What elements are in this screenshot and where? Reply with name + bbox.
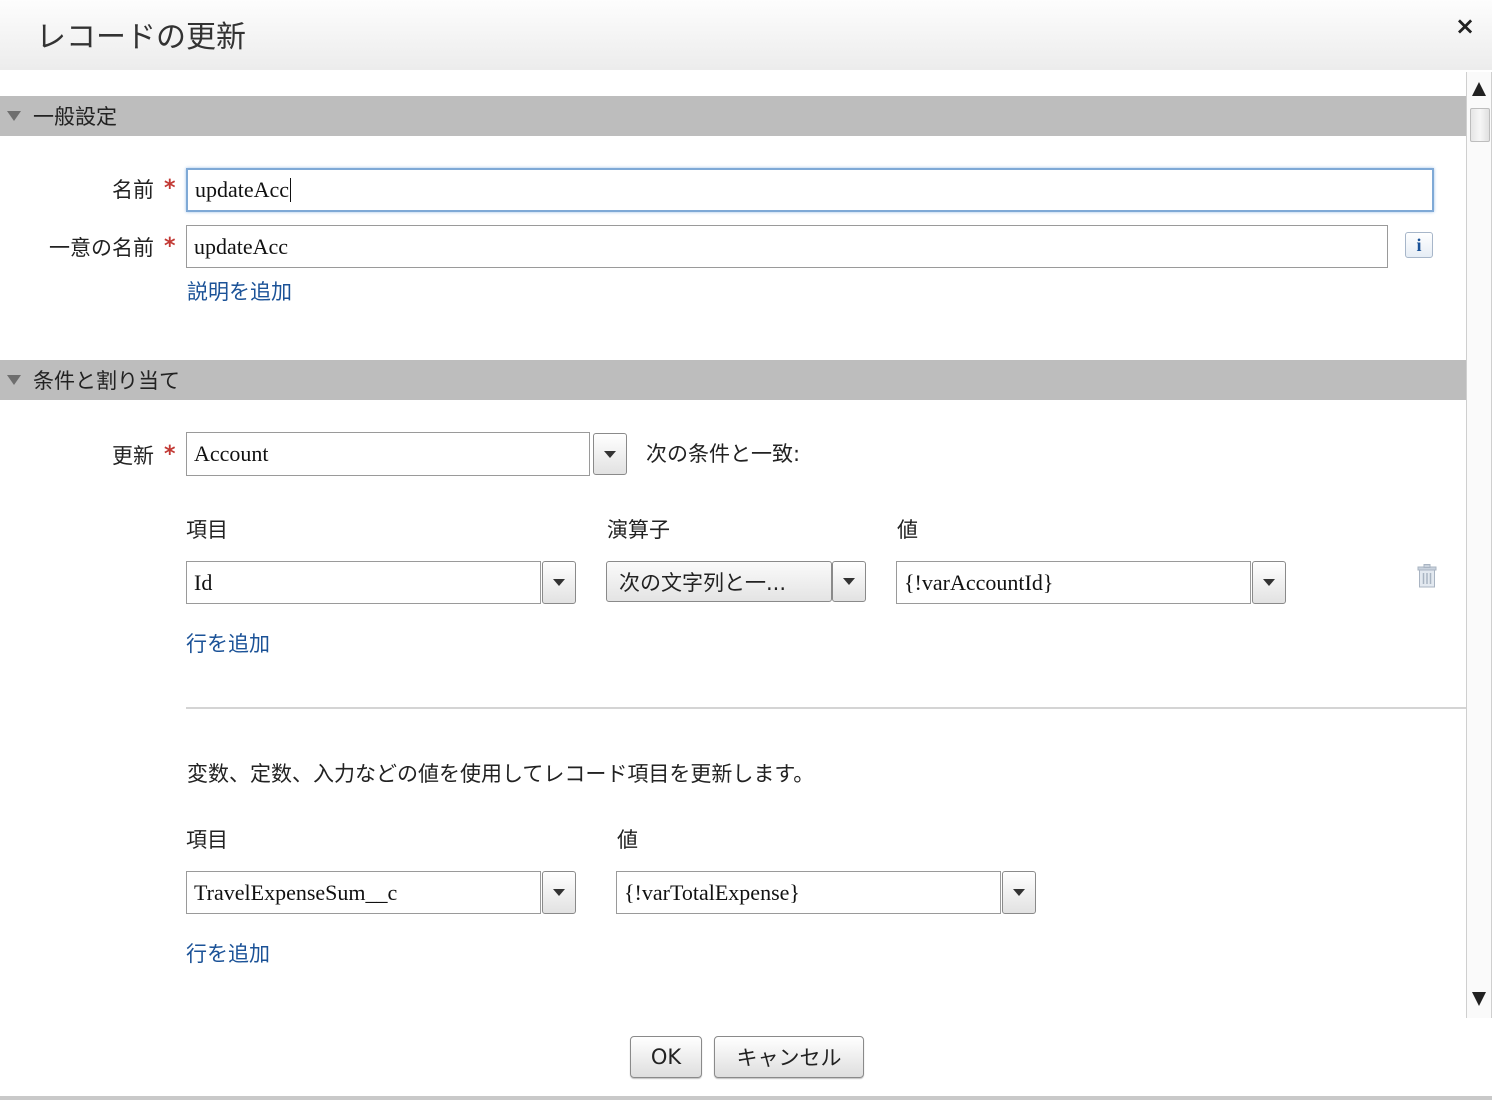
scroll-up-icon[interactable] — [1468, 78, 1490, 100]
chevron-down-icon — [553, 579, 565, 586]
dialog-title: レコードの更新 — [36, 20, 246, 55]
text-caret — [290, 178, 292, 202]
required-marker: * — [164, 176, 176, 201]
cancel-button[interactable]: キャンセル — [714, 1036, 864, 1078]
assignment-value-value: {!varTotalExpense} — [624, 879, 800, 905]
dialog-bottom-border — [0, 1096, 1492, 1100]
assignment-value-input[interactable]: {!varTotalExpense} — [616, 871, 1001, 914]
assignment-value-dropdown-button[interactable] — [1002, 871, 1036, 914]
assignment-field-header: 項目 — [186, 828, 228, 852]
object-dropdown-button[interactable] — [593, 433, 627, 475]
condition-value-dropdown-button[interactable] — [1252, 561, 1286, 604]
required-marker: * — [164, 234, 176, 259]
assignment-value-header: 値 — [617, 828, 638, 852]
info-icon[interactable]: i — [1405, 232, 1433, 258]
assignment-field-value: TravelExpenseSum__c — [194, 879, 398, 905]
trash-icon[interactable] — [1416, 564, 1438, 588]
name-input-value: updateAcc — [195, 177, 290, 202]
triangle-down-icon — [7, 375, 21, 385]
condition-field-header: 項目 — [186, 518, 228, 542]
condition-field-value: Id — [194, 569, 213, 595]
section-conditions-header[interactable]: 条件と割り当て — [0, 360, 1466, 400]
chevron-down-icon — [1013, 889, 1025, 896]
object-select[interactable]: Account — [186, 432, 590, 476]
update-label: 更新 — [112, 444, 154, 468]
close-icon[interactable]: × — [1455, 12, 1475, 40]
triangle-down-icon — [7, 111, 21, 121]
chevron-down-icon — [553, 889, 565, 896]
condition-add-row-link[interactable]: 行を追加 — [186, 628, 270, 658]
name-label: 名前 — [112, 178, 154, 202]
assignment-field-select[interactable]: TravelExpenseSum__c — [186, 871, 541, 914]
condition-value-header: 値 — [897, 518, 918, 542]
condition-operator-dropdown-button[interactable] — [832, 561, 866, 602]
unique-name-label: 一意の名前 — [49, 236, 154, 260]
scrollbar-thumb[interactable] — [1470, 108, 1490, 142]
condition-operator-header: 演算子 — [607, 518, 670, 542]
condition-operator-value: 次の文字列と一... — [619, 570, 787, 595]
chevron-down-icon — [1263, 579, 1275, 586]
chevron-down-icon — [604, 450, 616, 458]
chevron-down-icon — [843, 578, 855, 585]
assignment-description: 変数、定数、入力などの値を使用してレコード項目を更新します。 — [187, 762, 815, 786]
name-input[interactable]: updateAcc — [186, 168, 1434, 212]
scroll-down-icon[interactable] — [1468, 988, 1490, 1010]
match-conditions-text: 次の条件と一致: — [646, 442, 801, 466]
condition-field-select[interactable]: Id — [186, 561, 541, 604]
ok-button[interactable]: OK — [630, 1036, 702, 1078]
condition-operator-select[interactable]: 次の文字列と一... — [606, 561, 832, 602]
section-general-title: 一般設定 — [33, 105, 117, 129]
assignment-add-row-link[interactable]: 行を追加 — [186, 938, 270, 968]
required-marker: * — [164, 442, 176, 467]
unique-name-input-value: updateAcc — [194, 233, 289, 259]
add-description-link[interactable]: 説明を追加 — [187, 276, 292, 306]
condition-value-value: {!varAccountId} — [904, 569, 1054, 595]
object-select-value: Account — [194, 441, 269, 466]
scrollbar-track[interactable] — [1466, 72, 1492, 1018]
condition-field-dropdown-button[interactable] — [542, 561, 576, 604]
section-general-header[interactable]: 一般設定 — [0, 96, 1466, 136]
section-conditions-title: 条件と割り当て — [33, 369, 180, 393]
section-divider — [186, 707, 1466, 709]
assignment-field-dropdown-button[interactable] — [542, 871, 576, 914]
unique-name-input[interactable]: updateAcc — [186, 225, 1388, 268]
condition-value-input[interactable]: {!varAccountId} — [896, 561, 1251, 604]
